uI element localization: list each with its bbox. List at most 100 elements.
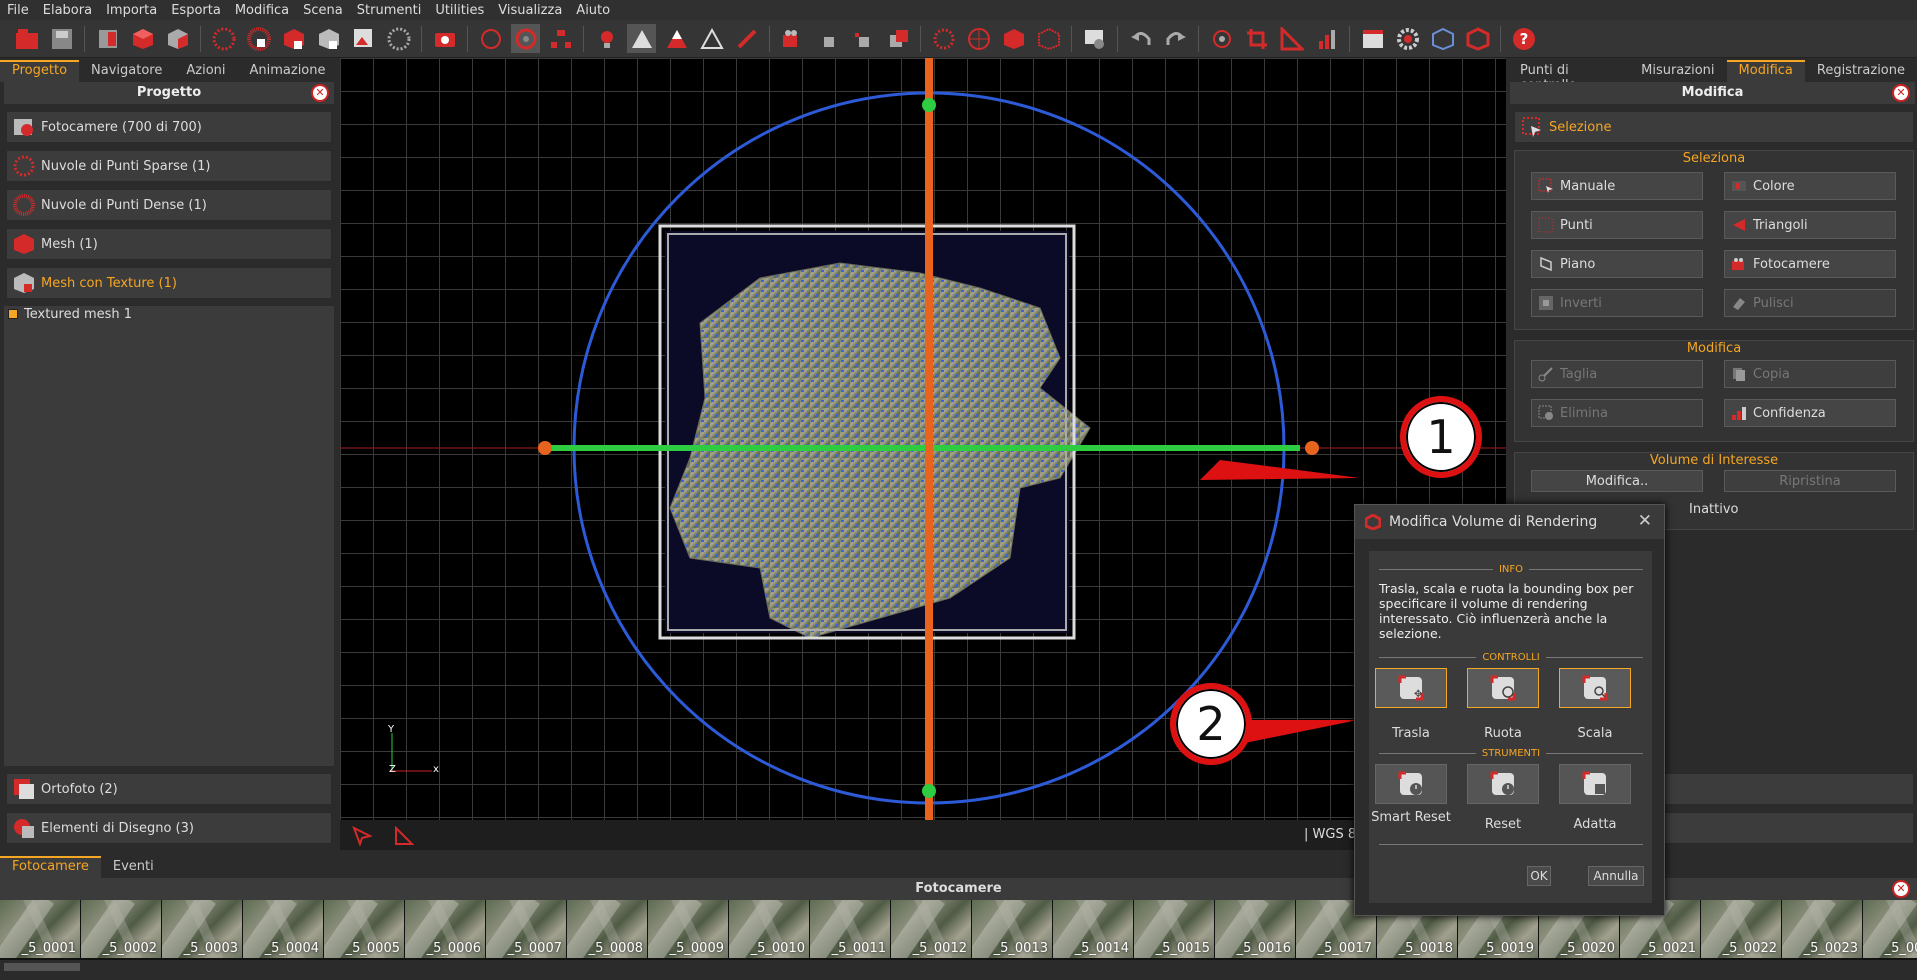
clear-select-button[interactable]: Pulisci bbox=[1724, 289, 1896, 317]
dialog-titlebar[interactable]: Modifica Volume di Rendering ✕ bbox=[1355, 505, 1664, 539]
cursor-cube2-icon[interactable] bbox=[848, 24, 877, 53]
menu-elabora[interactable]: Elabora bbox=[36, 3, 99, 18]
rotate-button[interactable] bbox=[1467, 668, 1539, 708]
help-icon[interactable]: ? bbox=[1509, 24, 1538, 53]
reset-volume-button[interactable]: Ripristina bbox=[1724, 470, 1896, 492]
orbit-icon[interactable] bbox=[511, 24, 540, 53]
camera-thumbnail[interactable]: _5_0005 bbox=[324, 900, 404, 958]
camera-thumbnail[interactable]: _5_0013 bbox=[972, 900, 1052, 958]
close-icon[interactable]: ✕ bbox=[1892, 880, 1910, 898]
cube-wire-icon[interactable] bbox=[163, 24, 192, 53]
sphere-icon[interactable] bbox=[384, 24, 413, 53]
close-icon[interactable]: ✕ bbox=[1892, 84, 1910, 102]
new-project-icon[interactable] bbox=[12, 24, 41, 53]
close-icon[interactable]: ✕ bbox=[1638, 511, 1652, 531]
redo-icon[interactable] bbox=[1161, 24, 1190, 53]
brush-icon[interactable] bbox=[732, 24, 761, 53]
copy-button[interactable]: Copia bbox=[1724, 360, 1896, 388]
hierarchy-icon[interactable] bbox=[546, 24, 575, 53]
settings-gear-icon[interactable] bbox=[1393, 24, 1422, 53]
menu-aiuto[interactable]: Aiuto bbox=[569, 3, 617, 18]
edit-volume-button[interactable]: Modifica.. bbox=[1531, 470, 1703, 492]
textured-mesh-icon[interactable] bbox=[314, 24, 343, 53]
tab-misurazioni[interactable]: Misurazioni bbox=[1629, 60, 1727, 82]
dense-points-icon[interactable] bbox=[244, 24, 273, 53]
points-select-button[interactable]: Punti bbox=[1531, 211, 1703, 239]
project-item-drawing-elements[interactable]: Elementi di Disegno (3) bbox=[6, 812, 332, 844]
delete-button[interactable]: Elimina bbox=[1531, 399, 1703, 427]
project-item-cameras[interactable]: Fotocamere (700 di 700) bbox=[6, 111, 332, 143]
save-icon[interactable] bbox=[47, 24, 76, 53]
camera-thumbnail[interactable]: _5_0012 bbox=[891, 900, 971, 958]
project-item-sparse-cloud[interactable]: Nuvole di Punti Sparse (1) bbox=[6, 150, 332, 182]
cube-logo-icon[interactable] bbox=[1428, 24, 1457, 53]
close-icon[interactable]: ✕ bbox=[311, 84, 329, 102]
menu-file[interactable]: File bbox=[0, 3, 36, 18]
camera-thumbnail[interactable]: _5_0015 bbox=[1134, 900, 1214, 958]
tab-azioni[interactable]: Azioni bbox=[174, 60, 238, 82]
project-item-mesh[interactable]: Mesh (1) bbox=[6, 228, 332, 260]
project-item-orthophoto[interactable]: Ortofoto (2) bbox=[6, 773, 332, 805]
crop-icon[interactable] bbox=[1242, 24, 1271, 53]
tab-registrazione[interactable]: Registrazione bbox=[1804, 60, 1917, 82]
tab-fotocamere[interactable]: Fotocamere bbox=[0, 856, 101, 878]
solid-icon[interactable] bbox=[627, 24, 656, 53]
cursor-cube-icon[interactable] bbox=[813, 24, 842, 53]
confidence-button[interactable]: Confidenza bbox=[1724, 399, 1896, 427]
tab-eventi[interactable]: Eventi bbox=[100, 856, 166, 878]
camera-thumbnail[interactable]: _5_0009 bbox=[648, 900, 728, 958]
camera-thumbnail[interactable]: _5_0014 bbox=[1053, 900, 1133, 958]
camera-thumbnail[interactable]: _5_0011 bbox=[810, 900, 890, 958]
camera-thumbnail[interactable]: _5_0007 bbox=[486, 900, 566, 958]
sparse-points-icon[interactable] bbox=[209, 24, 238, 53]
globe-icon[interactable] bbox=[964, 24, 993, 53]
cancel-button[interactable]: Annulla bbox=[1588, 866, 1644, 886]
grid-sphere-icon[interactable] bbox=[929, 24, 958, 53]
camera-thumbnail[interactable]: _5_0002 bbox=[81, 900, 161, 958]
selection-header[interactable]: Selezione bbox=[1514, 111, 1914, 143]
mesh-icon[interactable] bbox=[279, 24, 308, 53]
menu-scena[interactable]: Scena bbox=[296, 3, 350, 18]
scrollbar-thumb[interactable] bbox=[4, 963, 80, 971]
camera-thumbnail[interactable]: _5_0022 bbox=[1701, 900, 1781, 958]
camera-thumbnail[interactable]: _5_0001 bbox=[0, 900, 80, 958]
camera-thumbnail[interactable]: _5_0003 bbox=[162, 900, 242, 958]
menu-utilities[interactable]: Utilities bbox=[428, 3, 491, 18]
color-select-button[interactable]: Colore bbox=[1724, 172, 1896, 200]
smart-reset-button[interactable] bbox=[1375, 764, 1447, 804]
menu-visualizza[interactable]: Visualizza bbox=[491, 3, 569, 18]
menu-strumenti[interactable]: Strumenti bbox=[350, 3, 429, 18]
cube-stack-icon[interactable] bbox=[883, 24, 912, 53]
wireframe-icon[interactable] bbox=[697, 24, 726, 53]
camera-thumbnail[interactable]: _5_0008 bbox=[567, 900, 647, 958]
manual-select-button[interactable]: Manuale bbox=[1531, 172, 1703, 200]
camera-thumbnail[interactable]: _5_0024 bbox=[1863, 900, 1917, 958]
invert-select-button[interactable]: Inverti bbox=[1531, 289, 1703, 317]
cameras-select-button[interactable]: Fotocamere bbox=[1724, 250, 1896, 278]
camera-thumbnail[interactable]: _5_0010 bbox=[729, 900, 809, 958]
reset-button[interactable] bbox=[1467, 764, 1539, 804]
camera-thumbnail[interactable]: _5_0023 bbox=[1782, 900, 1862, 958]
cameras-icon[interactable] bbox=[93, 24, 122, 53]
camera-icon[interactable] bbox=[430, 24, 459, 53]
camera-thumbnail[interactable]: _5_0006 bbox=[405, 900, 485, 958]
triangles-select-button[interactable]: Triangoli bbox=[1724, 211, 1896, 239]
tree-item-textured-mesh[interactable]: Textured mesh 1 bbox=[8, 306, 132, 322]
project-item-textured-mesh[interactable]: Mesh con Texture (1) bbox=[6, 267, 332, 299]
horizontal-scrollbar[interactable] bbox=[0, 960, 1917, 974]
transform-icon[interactable] bbox=[1207, 24, 1236, 53]
shaded-icon[interactable] bbox=[662, 24, 691, 53]
cube-icon[interactable] bbox=[128, 24, 157, 53]
tab-animazione[interactable]: Animazione bbox=[237, 60, 338, 82]
tab-navigatore[interactable]: Navigatore bbox=[79, 60, 175, 82]
fit-button[interactable] bbox=[1559, 764, 1631, 804]
orthophoto-icon[interactable] bbox=[349, 24, 378, 53]
refresh-icon[interactable] bbox=[476, 24, 505, 53]
scale-button[interactable] bbox=[1559, 668, 1631, 708]
translate-button[interactable]: ✥ bbox=[1375, 668, 1447, 708]
camera-thumbnail[interactable]: _5_0004 bbox=[243, 900, 323, 958]
tab-modifica[interactable]: Modifica bbox=[1726, 60, 1805, 82]
tab-progetto[interactable]: Progetto bbox=[0, 60, 80, 82]
brand-logo-icon[interactable] bbox=[1463, 24, 1492, 53]
chart-icon[interactable] bbox=[1312, 24, 1341, 53]
